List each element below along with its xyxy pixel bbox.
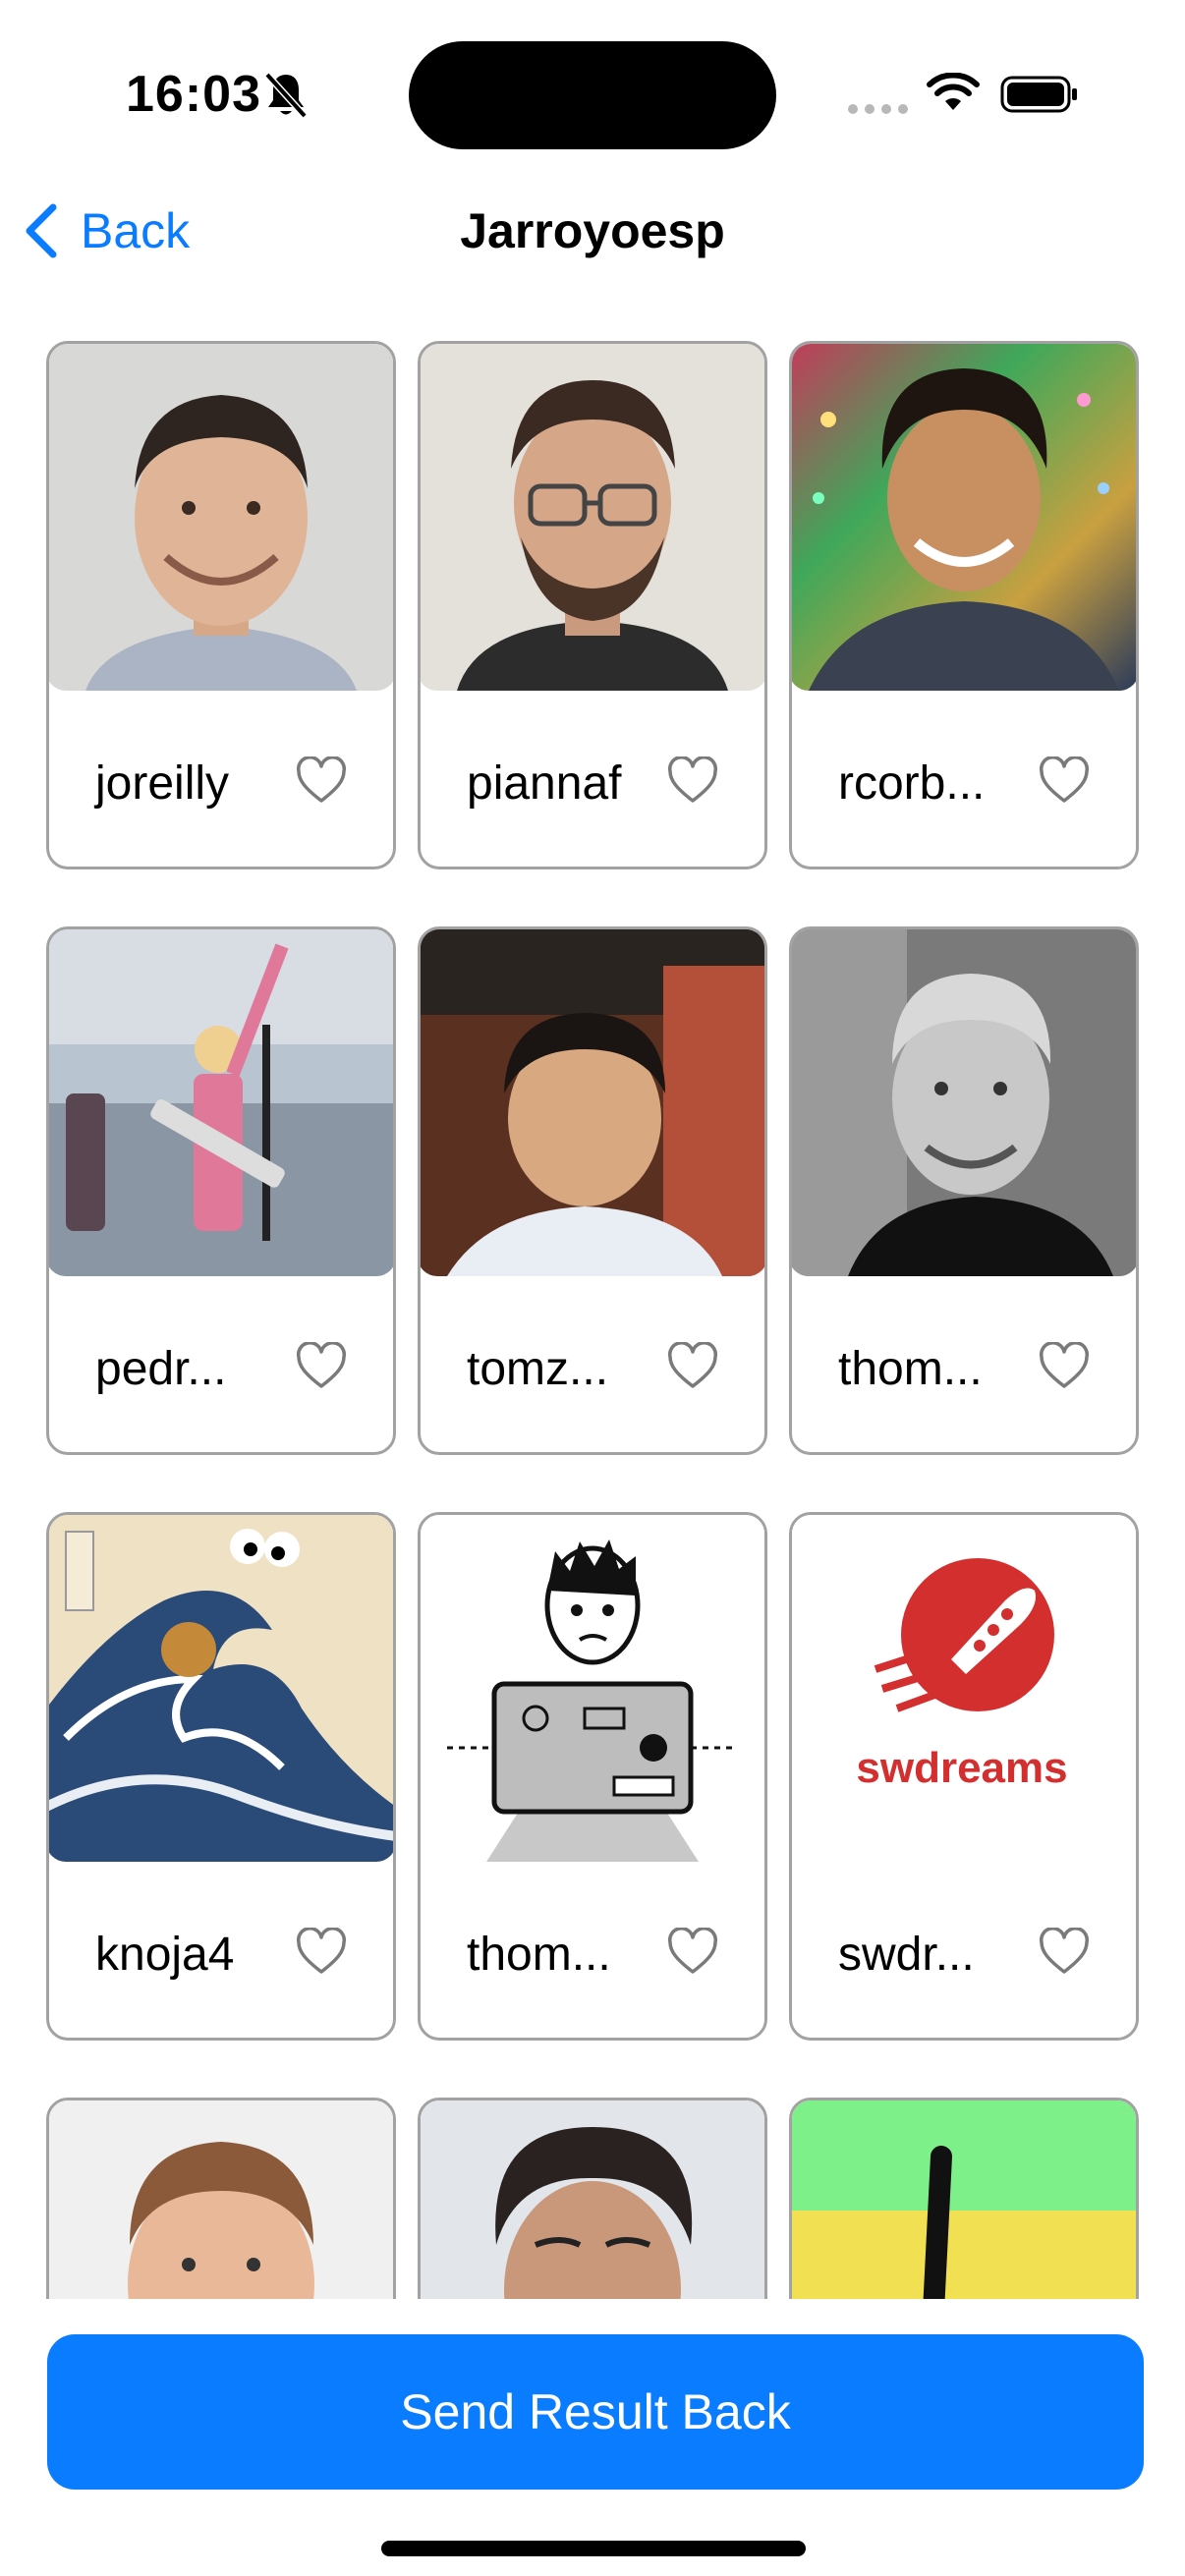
user-name: thom...: [838, 1343, 983, 1395]
send-result-back-button[interactable]: Send Result Back: [47, 2334, 1144, 2490]
user-card[interactable]: [46, 2098, 396, 2299]
user-card[interactable]: [789, 2098, 1139, 2299]
avatar: [421, 344, 764, 691]
user-name: pedr...: [95, 1343, 227, 1395]
status-bar: 16:03: [0, 0, 1185, 187]
heart-icon[interactable]: [295, 756, 348, 806]
avatar: [421, 1515, 764, 1862]
user-name: tomz...: [467, 1343, 609, 1395]
dynamic-island: [409, 41, 776, 149]
heart-icon[interactable]: [1038, 1342, 1091, 1391]
avatar: [792, 929, 1136, 1276]
status-time: 16:03: [126, 66, 261, 123]
heart-icon[interactable]: [295, 1342, 348, 1391]
user-name: swdr...: [838, 1929, 975, 1981]
heart-icon[interactable]: [666, 756, 719, 806]
wifi-icon: [927, 73, 980, 110]
bell-slash-icon: [264, 72, 308, 119]
user-name: piannaf: [467, 757, 622, 810]
heart-icon[interactable]: [666, 1342, 719, 1391]
battery-icon: [1000, 76, 1077, 113]
avatar: [49, 344, 393, 691]
user-card[interactable]: tomz...: [418, 926, 767, 1455]
signal-dots-icon: [848, 104, 908, 114]
heart-icon[interactable]: [666, 1928, 719, 1977]
swdreams-logo-text: swdreams: [856, 1744, 1067, 1792]
avatar: [421, 929, 764, 1276]
user-name: thom...: [467, 1929, 611, 1981]
avatar: [49, 2100, 393, 2299]
heart-icon[interactable]: [1038, 756, 1091, 806]
user-card[interactable]: swdreams swdr...: [789, 1512, 1139, 2041]
user-card[interactable]: [418, 2098, 767, 2299]
avatar: [49, 1515, 393, 1862]
heart-icon[interactable]: [295, 1928, 348, 1977]
avatar: [792, 344, 1136, 691]
avatar: [49, 929, 393, 1276]
user-card[interactable]: rcorb...: [789, 341, 1139, 869]
screen: 16:03 Back Jarroyoesp joreilly piannaf r…: [0, 0, 1185, 2576]
user-card[interactable]: thom...: [418, 1512, 767, 2041]
page-title: Jarroyoesp: [460, 203, 725, 258]
home-indicator: [381, 2541, 806, 2556]
user-name: rcorb...: [838, 757, 986, 810]
user-card[interactable]: joreilly: [46, 341, 396, 869]
avatar: swdreams: [792, 1515, 1136, 1862]
heart-icon[interactable]: [1038, 1928, 1091, 1977]
avatar: [421, 2100, 764, 2299]
user-name: knoja4: [95, 1929, 235, 1981]
user-name: joreilly: [95, 757, 230, 810]
user-card[interactable]: knoja4: [46, 1512, 396, 2041]
user-card[interactable]: piannaf: [418, 341, 767, 869]
user-card[interactable]: pedr...: [46, 926, 396, 1455]
avatar: [792, 2100, 1136, 2299]
user-card[interactable]: thom...: [789, 926, 1139, 1455]
user-grid: joreilly piannaf rcorb... pedr... tomz..…: [46, 341, 1139, 2299]
user-grid-scroll[interactable]: joreilly piannaf rcorb... pedr... tomz..…: [0, 329, 1185, 2299]
